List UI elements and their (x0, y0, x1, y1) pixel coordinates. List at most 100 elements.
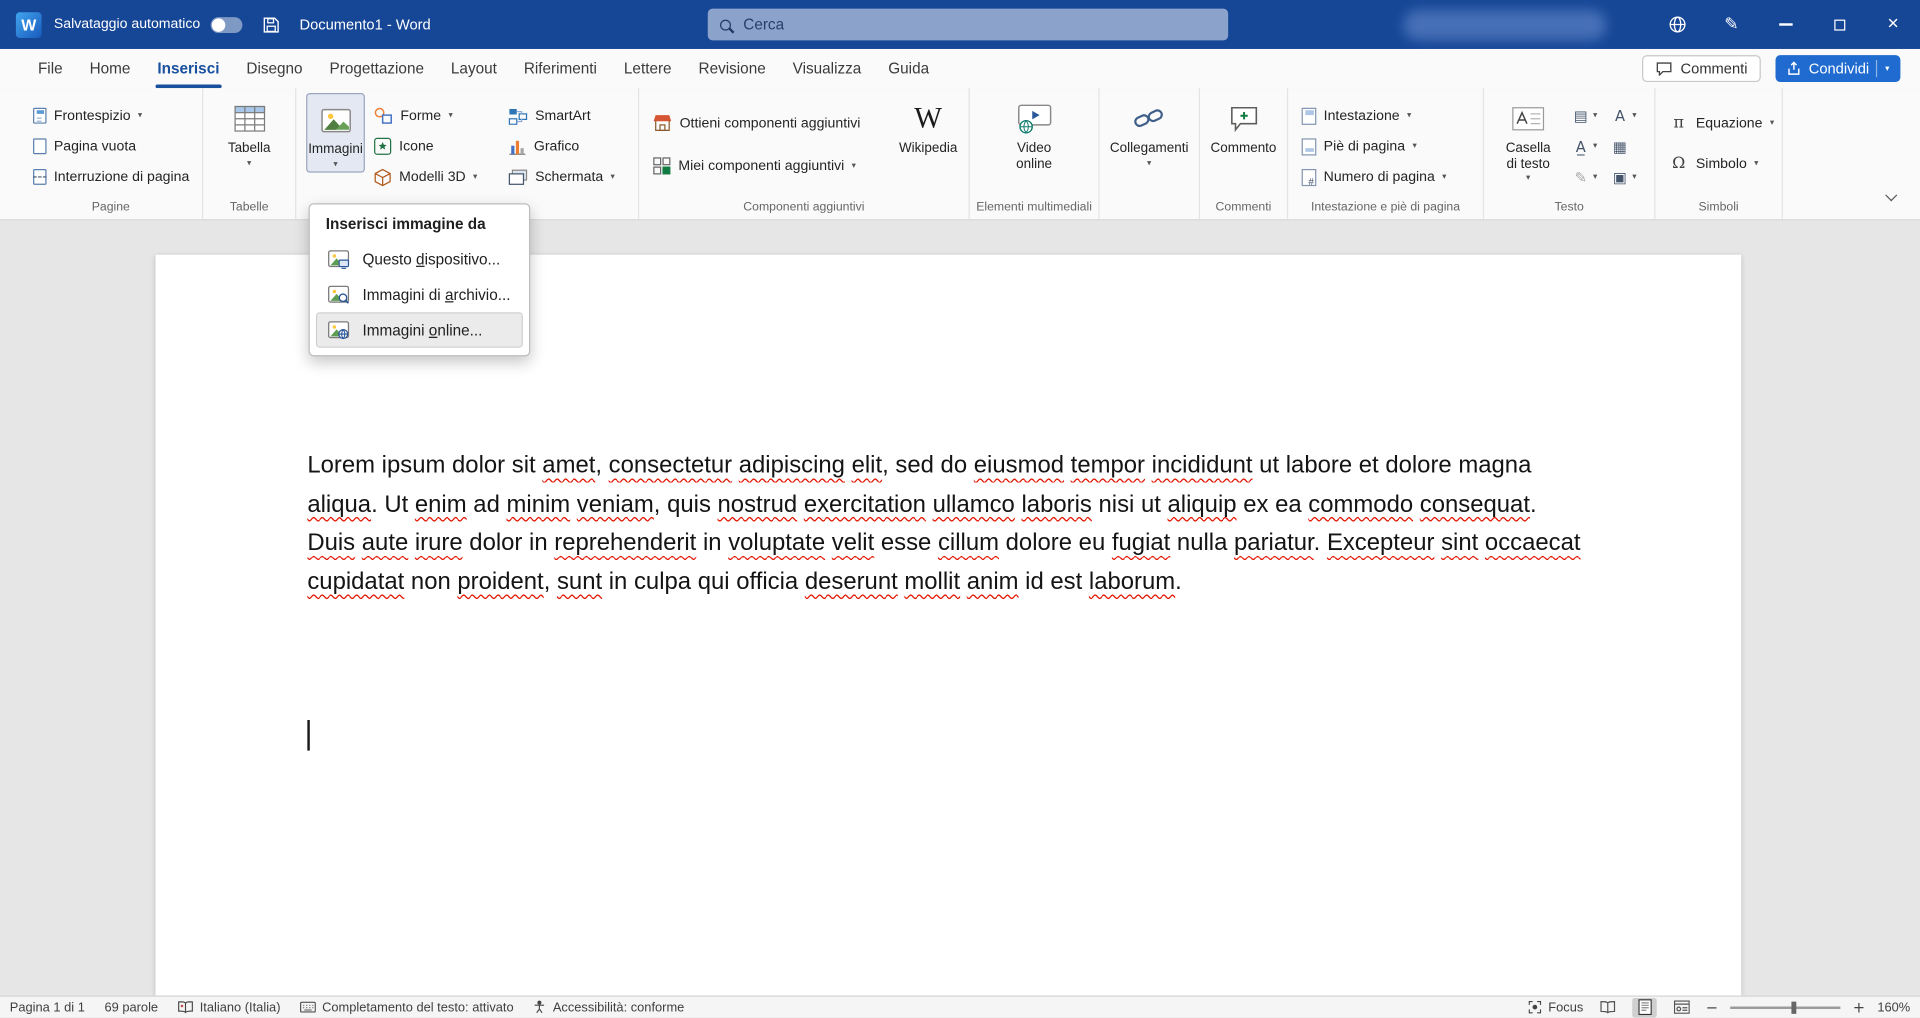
close-button[interactable]: × (1866, 0, 1920, 49)
tab-layout[interactable]: Layout (437, 49, 510, 88)
document-text[interactable]: Lorem ipsum dolor sit amet, consectetur … (307, 447, 1589, 602)
misspelled-word: tempor (1071, 452, 1145, 479)
group-illustrations: Immagini ▾ Forme▾ Icone Modelli 3D▾ (296, 88, 639, 219)
group-media: Video online Elementi multimediali (970, 88, 1100, 219)
print-layout-button[interactable] (1632, 998, 1656, 1018)
word-count-status[interactable]: 69 parole (104, 1000, 158, 1015)
autosave-label: Salvataggio automatico (54, 17, 200, 32)
misspelled-word: elit (852, 452, 883, 479)
web-layout-button[interactable] (1669, 998, 1693, 1018)
page-break-icon (33, 169, 46, 186)
maximize-button[interactable] (1812, 0, 1866, 49)
save-button[interactable] (262, 15, 280, 33)
document-canvas[interactable]: Lorem ipsum dolor sit amet, consectetur … (0, 220, 1920, 996)
my-addins-label: Miei componenti aggiuntivi (678, 159, 844, 174)
equation-label: Equazione (1696, 116, 1763, 131)
links-button[interactable]: Collegamenti ▾ (1109, 93, 1190, 170)
menu-item-this-device[interactable]: Questo dispositivo... (316, 241, 523, 277)
footer-icon (1302, 138, 1317, 155)
editing-mode-button[interactable]: ✎ (1704, 0, 1758, 49)
search-input[interactable] (741, 15, 1216, 35)
object-button[interactable]: ▣▾ (1607, 162, 1646, 193)
dropcap-button[interactable]: A̲▾ (1567, 131, 1606, 162)
focus-mode-button[interactable]: Focus (1529, 1000, 1584, 1015)
get-addins-label: Ottieni componenti aggiuntivi (680, 116, 861, 131)
zoom-slider-thumb[interactable] (1791, 1001, 1796, 1013)
screenshot-label: Schermata (535, 170, 603, 185)
online-video-button[interactable]: Video online (1002, 93, 1066, 174)
tab-lettere[interactable]: Lettere (610, 49, 685, 88)
comments-button[interactable]: Commenti (1643, 55, 1761, 82)
zoom-in-button[interactable]: + (1853, 999, 1865, 1016)
pictures-button[interactable]: Immagini ▾ (306, 93, 365, 172)
read-mode-button[interactable] (1596, 998, 1620, 1018)
menu-item-stock-images[interactable]: Immagini di archivio... (316, 277, 523, 313)
misspelled-word: irure (415, 529, 463, 556)
tab-guida[interactable]: Guida (875, 49, 943, 88)
blank-page-icon (33, 138, 46, 155)
new-comment-button[interactable]: Commento (1208, 93, 1279, 159)
zoom-out-button[interactable]: − (1706, 999, 1718, 1016)
page-break-button[interactable]: Interruzione di pagina (29, 162, 193, 193)
share-divider (1877, 60, 1878, 77)
textbox-button[interactable]: Casella di testo ▾ (1494, 93, 1563, 185)
tab-inserisci[interactable]: Inserisci (144, 49, 233, 88)
chevron-down-icon: ▾ (1412, 142, 1416, 151)
text-completion-status[interactable]: Completamento del testo: attivato (300, 1000, 514, 1015)
my-addins-icon (653, 157, 671, 175)
icons-button[interactable]: Icone (370, 131, 500, 162)
chevron-down-icon: ▾ (1593, 111, 1597, 120)
screenshot-button[interactable]: Schermata▾ (504, 162, 631, 193)
chart-button[interactable]: Grafico (504, 131, 631, 162)
network-status-button[interactable] (1651, 0, 1705, 49)
collapse-ribbon-button[interactable] (1878, 187, 1902, 207)
minimize-button[interactable] (1758, 0, 1812, 49)
language-status[interactable]: Italiano (Italia) (178, 1000, 281, 1015)
my-addins-button[interactable]: Miei componenti aggiuntivi▾ (649, 151, 889, 182)
smartart-button[interactable]: SmartArt (504, 100, 631, 131)
tab-home[interactable]: Home (76, 49, 144, 88)
footer-button[interactable]: Piè di pagina▾ (1298, 131, 1450, 162)
wordart-button[interactable]: A▾ (1607, 100, 1646, 131)
quick-parts-button[interactable]: ▤▾ (1567, 100, 1606, 131)
titlebar: W Salvataggio automatico Documento1 - Wo… (0, 0, 1920, 49)
tab-disegno[interactable]: Disegno (233, 49, 316, 88)
header-button[interactable]: Intestazione▾ (1298, 100, 1450, 131)
menu-item-online-pictures[interactable]: Immagini online... (316, 312, 523, 348)
search-box[interactable] (708, 9, 1228, 41)
signature-line-button[interactable]: ✎▾ (1567, 162, 1606, 193)
equation-button[interactable]: π Equazione▾ (1665, 108, 1778, 139)
blank-page-button[interactable]: Pagina vuota (29, 131, 193, 162)
symbol-button[interactable]: Ω Simbolo▾ (1665, 148, 1778, 179)
header-label: Intestazione (1324, 108, 1400, 123)
document-page[interactable]: Lorem ipsum dolor sit amet, consectetur … (156, 255, 1742, 996)
tab-revisione[interactable]: Revisione (685, 49, 779, 88)
group-symbols: π Equazione▾ Ω Simbolo▾ Simboli (1656, 88, 1783, 219)
group-caption-text: Testo (1484, 201, 1654, 214)
misspelled-word: voluptate (728, 529, 825, 556)
wikipedia-button[interactable]: W Wikipedia (894, 93, 963, 159)
textbox-icon (1511, 105, 1545, 132)
tab-file[interactable]: File (24, 49, 76, 88)
date-time-button[interactable]: ▦ (1607, 131, 1646, 162)
page-count-status[interactable]: Pagina 1 di 1 (10, 1000, 85, 1015)
cover-page-button[interactable]: Frontespizio▾ (29, 100, 193, 131)
accessibility-status[interactable]: Accessibilità: conforme (533, 1000, 684, 1015)
page-number-button[interactable]: Numero di pagina▾ (1298, 162, 1450, 193)
3d-models-button[interactable]: Modelli 3D▾ (370, 162, 500, 193)
online-video-label: Video online (1007, 141, 1061, 172)
tab-riferimenti[interactable]: Riferimenti (510, 49, 610, 88)
get-addins-button[interactable]: Ottieni componenti aggiuntivi (649, 108, 889, 139)
share-button-top[interactable]: Condividi ▾ (1776, 55, 1901, 82)
wikipedia-icon: W (914, 103, 942, 135)
misspelled-word: deserunt (805, 568, 898, 595)
shapes-button[interactable]: Forme▾ (370, 100, 500, 131)
misspelled-word: Excepteur (1327, 529, 1435, 556)
word-app-icon[interactable]: W (16, 12, 42, 38)
zoom-level[interactable]: 160% (1877, 1000, 1910, 1015)
tab-visualizza[interactable]: Visualizza (779, 49, 875, 88)
autosave-toggle[interactable] (210, 17, 242, 33)
zoom-slider[interactable] (1730, 1006, 1840, 1008)
tab-progettazione[interactable]: Progettazione (316, 49, 437, 88)
table-button[interactable]: Tabella ▾ (217, 93, 281, 170)
